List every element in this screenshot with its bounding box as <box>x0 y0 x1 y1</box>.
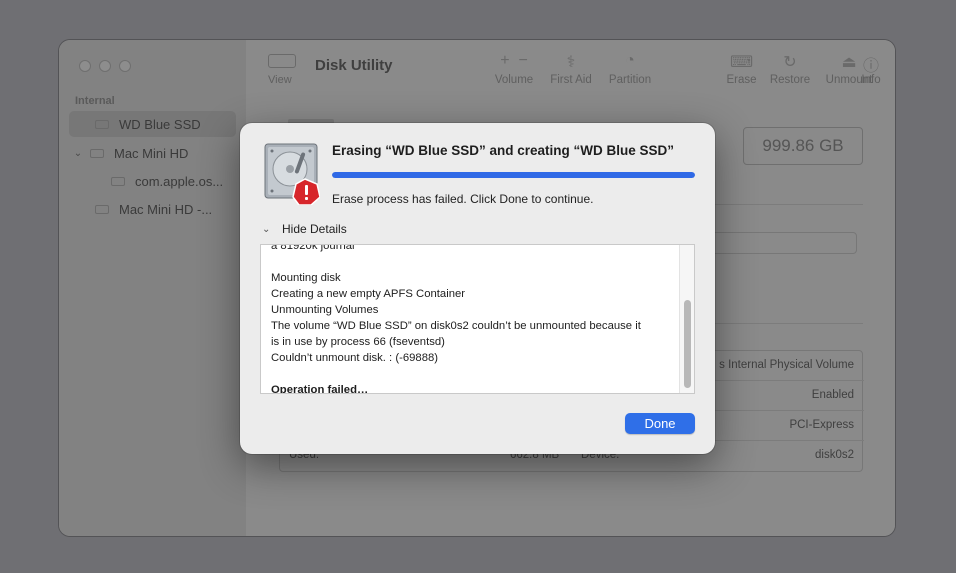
scroll-thumb[interactable] <box>684 300 691 388</box>
erase-progress-bar <box>332 172 695 178</box>
volume-label: Volume <box>494 74 534 86</box>
dialog-title: Erasing “WD Blue SSD” and creating “WD B… <box>332 143 675 158</box>
first-aid-button[interactable]: ⚕ First Aid <box>547 52 595 86</box>
chevron-down-icon[interactable]: ⌄ <box>72 148 84 159</box>
log-line: The volume “WD Blue SSD” on disk0s2 coul… <box>271 320 641 332</box>
hide-details-label: Hide Details <box>282 222 347 236</box>
minimize-window-button[interactable] <box>99 60 111 72</box>
erase-button[interactable]: ⌨ Erase <box>724 52 759 86</box>
sidebar-item-mac-mini-hd[interactable]: ⌄ Mac Mini HD <box>69 140 236 166</box>
log-scrollbar[interactable] <box>679 245 694 393</box>
dialog-status: Erase process has failed. Click Done to … <box>332 192 594 206</box>
info-value: PCI-Express <box>789 419 854 431</box>
restore-button[interactable]: ↻ Restore <box>768 52 812 86</box>
hide-details-toggle[interactable]: ⌄ Hide Details <box>262 222 347 236</box>
pie-chart-icon: ◔ <box>625 52 635 69</box>
partition-label: Partition <box>608 74 652 86</box>
minus-icon: − <box>518 52 528 69</box>
details-log[interactable]: a 81920k journal Mounting disk Creating a … <box>260 244 695 394</box>
sidebar-section-internal: Internal <box>75 95 115 107</box>
view-label: View <box>268 74 292 86</box>
disk-icon <box>95 204 109 214</box>
info-value: Enabled <box>811 389 854 401</box>
sidebar: Internal WD Blue SSD ⌄ Mac Mini HD com.a… <box>59 40 246 536</box>
window-title: Disk Utility <box>315 57 393 74</box>
log-line: Operation failed… <box>271 384 369 394</box>
sidebar-item-label: WD Blue SSD <box>119 116 201 132</box>
sidebar-item-label: Mac Mini HD <box>114 145 189 161</box>
info-value: disk0s2 <box>815 449 854 461</box>
log-line: is in use by process 66 (fseventsd) <box>271 336 445 348</box>
chevron-down-icon: ⌄ <box>262 223 271 235</box>
eraser-icon: ⌨ <box>729 54 754 71</box>
disk-icon <box>90 148 104 158</box>
hard-drive-alert-icon <box>264 143 320 205</box>
info-icon: ⓘ <box>862 58 879 75</box>
progress-fill <box>332 172 695 178</box>
plus-minus-icon: + − <box>492 52 536 70</box>
sidebar-item-label: Mac Mini HD -... <box>119 201 213 217</box>
stethoscope-icon: ⚕ <box>566 54 576 71</box>
restore-arrow-icon: ↻ <box>783 54 797 71</box>
sidebar-item-mac-mini-hd-data[interactable]: Mac Mini HD -... <box>69 196 236 222</box>
log-text: a 81920k journal Mounting disk Creating a … <box>271 244 671 394</box>
log-line: a 81920k journal <box>271 244 355 252</box>
capacity-display: 999.86 GB <box>743 127 863 165</box>
info-button[interactable]: ⓘ Info <box>857 52 885 86</box>
view-button[interactable]: View <box>268 54 296 86</box>
log-line: Mounting disk <box>271 272 341 284</box>
sidebar-item-label: com.apple.os... <box>135 173 224 189</box>
log-line: Creating a new empty APFS Container <box>271 288 466 300</box>
zoom-window-button[interactable] <box>119 60 131 72</box>
log-line: Unmounting Volumes <box>271 304 379 316</box>
disk-icon <box>111 176 125 186</box>
log-line: Couldn’t unmount disk. : (-69888) <box>271 352 439 364</box>
info-label: Info <box>861 74 881 86</box>
toolbar: View Disk Utility + − Volume ⚕ First Aid… <box>246 40 895 92</box>
plus-icon: + <box>500 52 510 69</box>
done-button[interactable]: Done <box>625 413 695 434</box>
sidebar-item-com-apple-os[interactable]: com.apple.os... <box>69 168 236 194</box>
info-value: s Internal Physical Volume <box>719 359 854 371</box>
erase-dialog: Erasing “WD Blue SSD” and creating “WD B… <box>240 123 715 454</box>
sidebar-toggle-icon <box>268 54 296 68</box>
volume-button[interactable]: + − Volume <box>492 52 536 86</box>
restore-label: Restore <box>769 74 811 86</box>
close-window-button[interactable] <box>79 60 91 72</box>
partition-button[interactable]: ◔ Partition <box>605 52 655 86</box>
erase-label: Erase <box>726 74 757 86</box>
sidebar-item-wd-blue-ssd[interactable]: WD Blue SSD <box>69 111 236 137</box>
disk-icon <box>95 119 109 129</box>
first-aid-label: First Aid <box>550 74 592 86</box>
